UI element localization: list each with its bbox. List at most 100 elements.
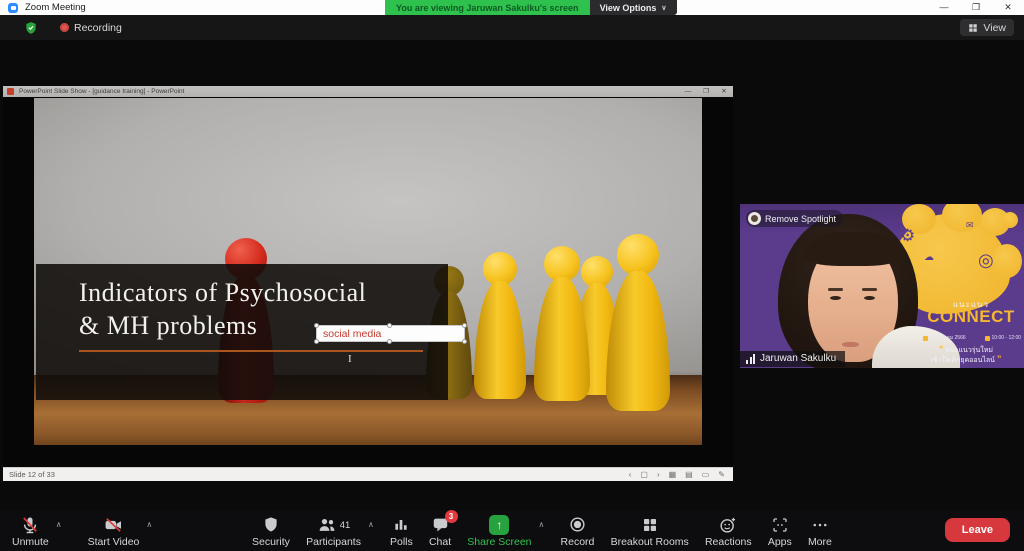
normal-view-button[interactable]: ▦ bbox=[669, 470, 677, 479]
chat-label: Chat bbox=[429, 536, 451, 548]
screen-share-banner: You are viewing Jaruwan Sakulku's screen… bbox=[385, 0, 677, 15]
apps-icon bbox=[771, 514, 789, 535]
ppt-maximize-button[interactable]: ❐ bbox=[697, 86, 715, 97]
recording-indicator[interactable]: Recording bbox=[60, 22, 122, 34]
share-screen-button[interactable]: ↑ Share Screen bbox=[467, 514, 531, 548]
powerpoint-statusbar: Slide 12 of 33 ‹ ▢ › ▦ ▤ ▭ ✎ bbox=[3, 467, 733, 481]
slide-textbox[interactable]: social media bbox=[316, 325, 465, 342]
slide-sorter-button[interactable]: ▤ bbox=[685, 470, 693, 479]
target-icon: ◎ bbox=[978, 250, 994, 271]
close-button[interactable]: ✕ bbox=[992, 0, 1024, 15]
apps-label: Apps bbox=[768, 536, 792, 548]
yellow-pawn bbox=[606, 234, 670, 411]
grid-view-icon bbox=[968, 23, 978, 33]
participant-name-tag: Jaruwan Sakulku bbox=[740, 351, 845, 367]
polls-label: Polls bbox=[390, 536, 413, 548]
apps-button[interactable]: Apps bbox=[768, 514, 792, 548]
next-slide-button[interactable]: › bbox=[657, 470, 660, 479]
app-titlebar: Zoom Meeting You are viewing Jaruwan Sak… bbox=[0, 0, 1024, 15]
slideshow-menu-button[interactable]: ▢ bbox=[640, 470, 648, 479]
powerpoint-window: PowerPoint Slide Show - [guidance traini… bbox=[3, 86, 733, 481]
meeting-security-shield-icon[interactable] bbox=[24, 21, 38, 35]
start-video-label: Start Video bbox=[88, 536, 140, 548]
breakout-rooms-button[interactable]: Breakout Rooms bbox=[611, 514, 689, 548]
start-video-button[interactable]: Start Video bbox=[88, 514, 140, 548]
gear-icon: ⚙ bbox=[900, 226, 915, 246]
quote-open-icon: “ bbox=[939, 344, 944, 354]
poster-meta: 18 มีนาคม 2566 10:00 - 12:00 bbox=[923, 334, 1021, 342]
reading-view-button[interactable]: ▭ bbox=[702, 470, 710, 479]
previous-slide-button[interactable]: ‹ bbox=[629, 470, 632, 479]
title-accent-rule bbox=[79, 350, 423, 352]
muted-mic-icon bbox=[20, 514, 40, 535]
security-button[interactable]: Security bbox=[252, 514, 290, 548]
chat-bubble-icon: 3 bbox=[431, 514, 450, 535]
selection-handle[interactable] bbox=[462, 323, 467, 328]
audio-level-icon bbox=[746, 354, 755, 364]
video-off-icon bbox=[103, 514, 124, 535]
view-label: View bbox=[983, 22, 1006, 34]
slide-textbox-text: social media bbox=[317, 328, 381, 340]
video-options-chevron-icon[interactable]: ∧ bbox=[146, 520, 152, 529]
powerpoint-titlebar[interactable]: PowerPoint Slide Show - [guidance traini… bbox=[3, 86, 733, 97]
selection-handle[interactable] bbox=[462, 339, 467, 344]
shield-icon bbox=[262, 514, 280, 535]
view-options-label: View Options bbox=[600, 3, 657, 13]
remove-spotlight-label: Remove Spotlight bbox=[765, 214, 836, 224]
participant-name: Jaruwan Sakulku bbox=[760, 353, 836, 364]
selection-handle[interactable] bbox=[387, 323, 392, 328]
view-button[interactable]: View bbox=[960, 19, 1014, 36]
recording-dot-icon bbox=[60, 23, 69, 32]
viewing-screen-banner: You are viewing Jaruwan Sakulku's screen bbox=[385, 0, 590, 15]
quote-close-icon: ” bbox=[997, 354, 1002, 364]
more-button[interactable]: More bbox=[808, 514, 832, 548]
slide-indicator: Slide 12 of 33 bbox=[9, 470, 55, 479]
selection-handle[interactable] bbox=[314, 339, 319, 344]
record-button[interactable]: Record bbox=[561, 514, 595, 548]
powerpoint-title: PowerPoint Slide Show - [guidance traini… bbox=[19, 88, 184, 95]
powerpoint-canvas: Indicators of Psychosocial & MH problems… bbox=[3, 97, 733, 467]
record-icon bbox=[568, 514, 587, 535]
clock-icon bbox=[985, 336, 990, 341]
poster-quote-line2: เข้าใจเด็กยุคออนไลน์ bbox=[931, 357, 995, 364]
meeting-info-bar: Recording View bbox=[0, 15, 1024, 40]
pen-tool-button[interactable]: ✎ bbox=[718, 470, 725, 479]
selection-handle[interactable] bbox=[314, 323, 319, 328]
breakout-rooms-label: Breakout Rooms bbox=[611, 536, 689, 548]
more-label: More bbox=[808, 536, 832, 548]
share-screen-icon: ↑ bbox=[489, 515, 509, 535]
selection-handle[interactable] bbox=[387, 339, 392, 344]
maximize-button[interactable]: ❐ bbox=[960, 0, 992, 15]
text-cursor: I bbox=[348, 353, 352, 365]
unmute-button[interactable]: Unmute bbox=[12, 514, 49, 548]
ppt-minimize-button[interactable]: — bbox=[679, 86, 697, 97]
spotlight-video-tile[interactable]: ⚙ ⚙ ✉ ☁ ◎ แนะแนว CONNECT 18 มีนาคม 2566 … bbox=[740, 204, 1024, 368]
app-title: Zoom Meeting bbox=[25, 2, 86, 13]
reactions-smiley-icon bbox=[718, 514, 738, 535]
recording-label: Recording bbox=[74, 22, 122, 34]
reactions-button[interactable]: Reactions bbox=[705, 514, 752, 548]
leave-button[interactable]: Leave bbox=[945, 518, 1010, 542]
share-options-chevron-icon[interactable]: ∧ bbox=[539, 520, 545, 529]
minimize-button[interactable]: — bbox=[928, 0, 960, 15]
view-options-button[interactable]: View Options ∨ bbox=[590, 0, 677, 15]
polls-icon bbox=[392, 514, 410, 535]
spotlight-avatar-icon bbox=[748, 212, 761, 225]
participants-options-chevron-icon[interactable]: ∧ bbox=[368, 520, 374, 529]
share-screen-label: Share Screen bbox=[467, 536, 531, 548]
powerpoint-window-controls: — ❐ ✕ bbox=[679, 86, 733, 97]
poster-headline: CONNECT bbox=[924, 307, 1018, 327]
globe-icon bbox=[1002, 212, 1018, 228]
meeting-toolbar: Unmute ∧ Start Video ∧ bbox=[0, 510, 1024, 551]
poster-quote-line1: แนะแนวรุ่นใหม่ bbox=[945, 347, 992, 354]
record-label: Record bbox=[561, 536, 595, 548]
unmute-options-chevron-icon[interactable]: ∧ bbox=[56, 520, 62, 529]
powerpoint-app-icon bbox=[7, 88, 14, 95]
ppt-close-button[interactable]: ✕ bbox=[715, 86, 733, 97]
remove-spotlight-button[interactable]: Remove Spotlight bbox=[746, 210, 843, 227]
participants-button[interactable]: 41 Participants bbox=[306, 514, 361, 548]
poster-quote: “ แนะแนวรุ่นใหม่ เข้าใจเด็กยุคออนไลน์ ” bbox=[910, 345, 1022, 365]
chat-button[interactable]: 3 Chat bbox=[429, 514, 451, 548]
polls-button[interactable]: Polls bbox=[390, 514, 413, 548]
cloud-icon: ☁ bbox=[924, 252, 934, 263]
